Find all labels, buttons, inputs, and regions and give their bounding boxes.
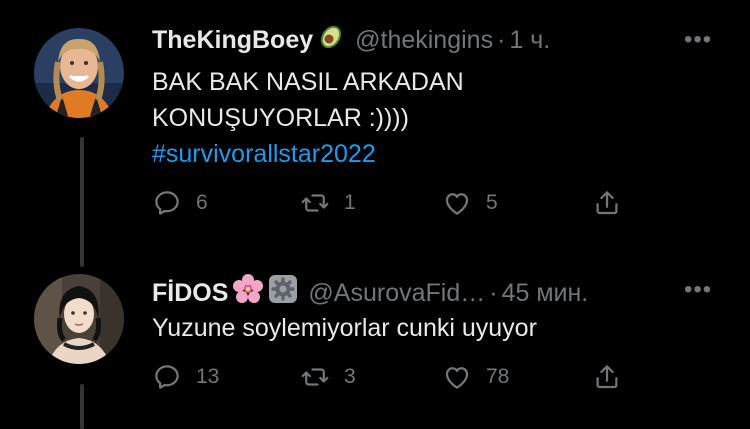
like-button[interactable]: 5 — [442, 188, 498, 218]
hashtag-link[interactable]: #survivorallstar2022 — [152, 136, 464, 172]
tweet-header: TheKingBoey @thekingins · 1 ч. — [152, 22, 550, 57]
retweet-count: 3 — [344, 365, 356, 388]
gear-icon — [268, 274, 298, 311]
more-options-icon[interactable]: ••• — [684, 276, 712, 304]
separator-dot: · — [497, 25, 506, 54]
share-button[interactable] — [592, 188, 622, 218]
tweet-actions: 13 3 78 — [152, 362, 632, 398]
share-icon — [596, 365, 618, 389]
display-name[interactable]: FİDOS — [152, 278, 228, 308]
handle[interactable]: @thekingins — [355, 25, 493, 55]
reply-button[interactable]: 13 — [152, 362, 219, 392]
like-count: 78 — [486, 365, 510, 388]
retweet-icon — [301, 194, 329, 212]
share-icon — [596, 191, 618, 215]
avatar[interactable] — [34, 28, 124, 118]
like-count: 5 — [486, 191, 498, 214]
avocado-icon — [317, 22, 345, 57]
reply-icon — [155, 191, 179, 215]
avatar[interactable] — [34, 274, 124, 364]
tweet-actions: 6 1 5 — [152, 188, 632, 224]
tweet-header: FİDOS @AsurovaFid… · 45 мин. — [152, 273, 588, 312]
reply-icon — [155, 365, 179, 389]
retweet-button[interactable]: 3 — [300, 362, 356, 392]
share-button[interactable] — [592, 362, 622, 392]
thread-line — [80, 137, 84, 267]
tweet-text-line: Yuzune soylemiyorlar cunki uyuyor — [152, 314, 537, 342]
separator-dot: · — [489, 278, 498, 307]
heart-icon — [445, 193, 469, 215]
like-button[interactable]: 78 — [442, 362, 509, 392]
tweet-text-line: KONUŞUYORLAR :)))) — [152, 104, 409, 132]
reply-count: 13 — [196, 365, 220, 388]
display-name[interactable]: TheKingBoey — [152, 25, 313, 55]
timestamp[interactable]: 45 мин. — [502, 278, 589, 308]
retweet-count: 1 — [344, 191, 356, 214]
reply-button[interactable]: 6 — [152, 188, 208, 218]
retweet-button[interactable]: 1 — [300, 188, 356, 218]
tweet-text: BAK BAK NASIL ARKADAN KONUŞUYORLAR :))))… — [152, 64, 464, 172]
more-options-icon[interactable]: ••• — [684, 26, 712, 54]
timestamp[interactable]: 1 ч. — [509, 25, 550, 55]
tweet-text: Yuzune soylemiyorlar cunki uyuyor — [152, 310, 537, 346]
handle[interactable]: @AsurovaFid… — [308, 278, 485, 308]
thread-line — [80, 384, 84, 429]
tweet-text-line: BAK BAK NASIL ARKADAN — [152, 68, 464, 96]
retweet-icon — [301, 368, 329, 386]
heart-icon — [445, 367, 469, 389]
reply-count: 6 — [196, 191, 208, 214]
cherry-blossom-icon — [232, 273, 264, 312]
